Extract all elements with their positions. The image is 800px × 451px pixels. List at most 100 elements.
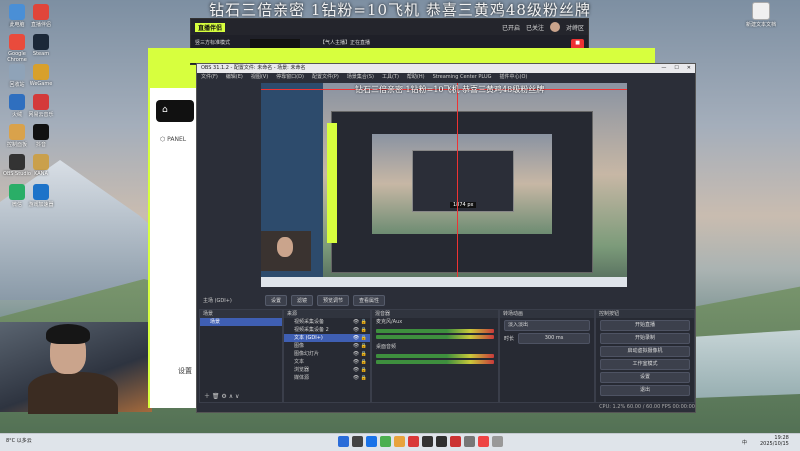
sidebar-settings[interactable]: 设置 xyxy=(178,366,192,376)
source-item[interactable]: 浏览器 👁 🔒 xyxy=(284,366,370,374)
desktop-icon-12[interactable]: KANA xyxy=(24,154,58,177)
taskbar-app-icon[interactable] xyxy=(450,436,461,447)
visibility-icon[interactable]: 👁 🔒 xyxy=(353,326,370,334)
source-item[interactable]: 媒体源 👁 🔒 xyxy=(284,374,370,382)
source-item[interactable]: 视频采集设备 👁 🔒 xyxy=(284,318,370,326)
menu-item-2[interactable]: 视图(V) xyxy=(251,73,268,81)
taskbar-app-icon[interactable] xyxy=(338,436,349,447)
menu-item-0[interactable]: 文件(F) xyxy=(201,73,218,81)
control-button-4[interactable]: 设置 xyxy=(600,372,690,383)
obs-statusbar: CPU: 1.2% 60.00 / 60.00 FPS 00:00:00 xyxy=(197,403,695,412)
live-status-2: 已关注 xyxy=(525,24,544,32)
visibility-icon[interactable]: 👁 🔒 xyxy=(353,366,370,374)
desktop-meter xyxy=(376,354,494,358)
menu-item-1[interactable]: 编辑(E) xyxy=(226,73,243,81)
stream-banner-text: 钻石三倍亲密 1钻粉=10飞机 恭喜三黄鸡48级粉丝牌 xyxy=(209,1,591,19)
taskbar-app-icon[interactable] xyxy=(478,436,489,447)
filters-button[interactable]: 滤镜 xyxy=(291,294,314,306)
obs-titlebar: OBS 31.1.2 - 配置文件: 未命名 - 场景: 未命名 — ☐ ✕ xyxy=(197,64,695,73)
minimize-icon[interactable]: — xyxy=(661,64,666,73)
desktop-icon-9[interactable]: WeGame xyxy=(24,64,58,87)
app-icon xyxy=(9,154,25,170)
mixer-dock: 混音器 麦克风/Aux 桌面音频 xyxy=(371,309,499,403)
taskbar-app-icon[interactable] xyxy=(492,436,503,447)
taskbar-app-icon[interactable] xyxy=(394,436,405,447)
desktop-icon-13[interactable]: 游戏加速器 xyxy=(24,184,58,208)
transition-select[interactable]: 淡入淡出 xyxy=(504,320,590,331)
visibility-icon[interactable]: 👁 🔒 xyxy=(353,358,370,366)
source-settings-button[interactable]: 设置 xyxy=(265,294,288,306)
desktop-icon-10[interactable]: 网易云音乐 xyxy=(24,94,58,118)
menu-item-9[interactable]: 插件中心(O) xyxy=(500,73,528,81)
close-icon[interactable]: ✕ xyxy=(687,64,691,73)
mic-meter xyxy=(376,329,494,333)
source-item[interactable]: 图像幻灯片 👁 🔒 xyxy=(284,350,370,358)
mixer-channel-mic: 麦克风/Aux xyxy=(376,319,403,325)
control-button-5[interactable]: 退出 xyxy=(600,385,690,396)
app-icon xyxy=(33,154,49,170)
taskbar-app-icon[interactable] xyxy=(366,436,377,447)
webcam-overlay xyxy=(0,322,152,414)
obs-menubar: 文件(F) 编辑(E) 视图(V) 停靠窗口(D) 配置文件(P) 场景集合(S) 工具(T… xyxy=(197,73,695,81)
menu-item-6[interactable]: 工具(T) xyxy=(382,73,399,81)
avatar[interactable] xyxy=(549,22,560,32)
desktop-icon-11[interactable]: 抖音 xyxy=(24,124,58,148)
duration-input[interactable]: 300 ms xyxy=(518,333,590,344)
visibility-icon[interactable]: 👁 🔒 xyxy=(353,318,370,326)
app-logo: 直播伴侣 xyxy=(195,22,226,32)
visibility-icon[interactable]: 👁 🔒 xyxy=(353,342,370,350)
app-icon xyxy=(33,34,49,50)
control-button-1[interactable]: 开始录制 xyxy=(600,333,690,344)
weather-widget[interactable]: 8°C 以多云 xyxy=(6,437,32,444)
desktop-icon-7[interactable]: 直播伴侣 xyxy=(24,4,58,28)
text-file-icon xyxy=(752,2,770,20)
taskbar-app-icon[interactable] xyxy=(408,436,419,447)
control-button-0[interactable]: 开始直播 xyxy=(600,320,690,331)
taskbar-app-icon[interactable] xyxy=(464,436,475,447)
sidebar-item-live[interactable]: ⌂ xyxy=(156,100,194,122)
app-icon xyxy=(9,184,25,200)
app-icon xyxy=(9,4,25,20)
source-item[interactable]: 图像 👁 🔒 xyxy=(284,342,370,350)
live-user: 对峙区 xyxy=(565,24,584,32)
taskbar-app-icon[interactable] xyxy=(380,436,391,447)
obs-window[interactable]: OBS 31.1.2 - 配置文件: 未命名 - 场景: 未命名 — ☐ ✕ 文… xyxy=(196,63,696,413)
clock[interactable]: 19:28 2025/10/15 xyxy=(760,435,789,447)
source-toolbar: 设置 滤镜 预览调节 查看属性 xyxy=(261,293,465,307)
source-label: 主场 (GDI+) xyxy=(203,298,232,304)
scenes-dock: 场景 场景 ＋ 🗑 ⚙ ∧ ∨ xyxy=(199,309,283,403)
sidebar-item-panel[interactable]: ⬡ PANEL xyxy=(160,136,186,143)
menu-item-4[interactable]: 配置文件(P) xyxy=(312,73,339,81)
control-button-3[interactable]: 工作室模式 xyxy=(600,359,690,370)
visibility-icon[interactable]: 👁 🔒 xyxy=(353,374,370,382)
visibility-icon[interactable]: 👁 🔒 xyxy=(353,334,370,342)
properties-button[interactable]: 查看属性 xyxy=(353,294,386,306)
preview-banner: 钻石三倍亲密 1钻粉=10飞机 恭喜三黄鸡48级粉丝牌 xyxy=(355,85,545,94)
visibility-icon[interactable]: 👁 🔒 xyxy=(353,350,370,358)
control-button-2[interactable]: 启动虚拟摄像机 xyxy=(600,346,690,357)
obs-preview[interactable]: 1874 px 钻石三倍亲密 1钻粉=10飞机 恭喜三黄鸡48级粉丝牌 xyxy=(261,83,627,287)
maximize-icon[interactable]: ☐ xyxy=(674,64,678,73)
source-item[interactable]: 文本 (GDI+) 👁 🔒 xyxy=(284,334,370,342)
controls-dock: 控制按钮 开始直播 开始录制 启动虚拟摄像机 工作室模式 设置 退出 xyxy=(595,309,695,403)
menu-item-3[interactable]: 停靠窗口(D) xyxy=(276,73,304,81)
preview-adjust-button[interactable]: 预览调节 xyxy=(317,294,350,306)
scene-add-icon[interactable]: ＋ 🗑 ⚙ ∧ ∨ xyxy=(204,391,239,400)
app-icon xyxy=(33,4,49,20)
app-icon xyxy=(9,64,25,80)
ime-indicator[interactable]: 中 xyxy=(742,439,747,446)
desktop-icon-textfile[interactable]: 新建文本文档 xyxy=(744,2,778,28)
menu-item-7[interactable]: 帮助(H) xyxy=(407,73,425,81)
source-item[interactable]: 文本 👁 🔒 xyxy=(284,358,370,366)
app-icon xyxy=(9,34,25,50)
taskbar-app-icon[interactable] xyxy=(352,436,363,447)
scene-item[interactable]: 场景 xyxy=(200,318,282,326)
taskbar-app-icon[interactable] xyxy=(422,436,433,447)
menu-item-5[interactable]: 场景集合(S) xyxy=(347,73,374,81)
desktop-icon-8[interactable]: Steam xyxy=(24,34,58,57)
preview-size-label: 1874 px xyxy=(450,202,477,208)
side-panel-body: ⌂ ⬡ PANEL 设置 xyxy=(150,88,200,408)
taskbar-app-icon[interactable] xyxy=(436,436,447,447)
source-item[interactable]: 视频采集设备 2 👁 🔒 xyxy=(284,326,370,334)
menu-item-8[interactable]: Streaming Center PLUG xyxy=(433,73,492,81)
